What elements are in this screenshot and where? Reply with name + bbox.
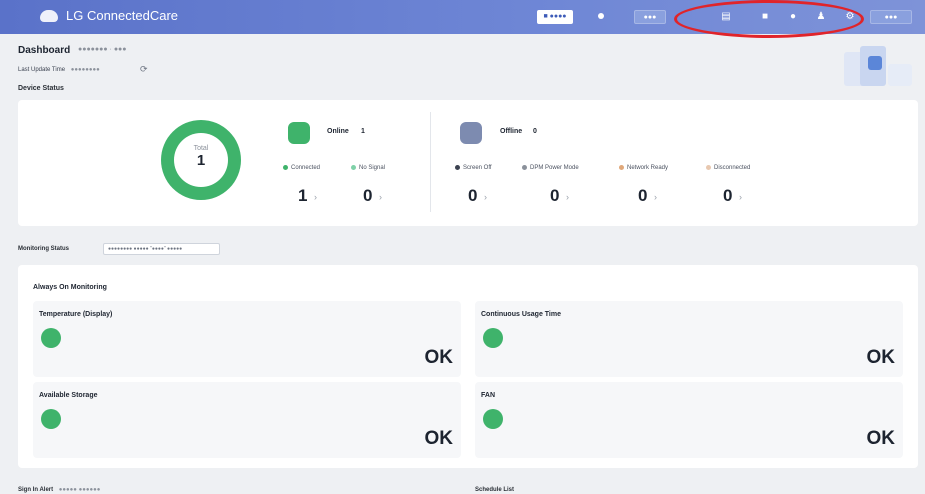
connected-value[interactable]: 1 [298,186,307,206]
chevron-right-icon[interactable]: › [379,192,382,202]
network-ready-value[interactable]: 0 [638,186,647,206]
no-signal-dot-icon [351,165,356,170]
header-button[interactable]: ●●● [634,10,666,24]
monitoring-filter-badge[interactable]: ●●●●●●●● ●●●●● "●●●●" ●●●●● [103,243,220,255]
screen-off-dot-icon [455,165,460,170]
page-title: Dashboard [18,45,71,56]
device-status-label: Device Status [18,85,64,92]
legend-dpm-power-mode: DPM Power Mode [522,165,579,171]
tile-status: OK [424,428,454,449]
device-status-card: Total 1 Online 1 Connected No Signal 1 ›… [18,100,918,226]
total-value: 1 [196,152,206,169]
offline-count: 0 [533,128,537,135]
monitoring-status-label: Monitoring Status [18,246,69,252]
legend-disconnected: Disconnected [706,165,750,171]
disconnected-value[interactable]: 0 [723,186,732,206]
legend-screen-off: Screen Off [455,165,492,171]
brand[interactable]: LG ConnectedCare [40,8,178,23]
sign-in-alert-section: Sign In Alert ●●●●● ●●●●●● [18,487,100,493]
tile-status: OK [866,428,896,449]
total-label: Total [193,145,209,152]
tile-name: FAN [481,392,495,399]
online-count: 1 [361,128,365,135]
always-on-monitoring-title: Always On Monitoring [33,284,107,291]
tile-name: Continuous Usage Time [481,311,561,318]
tile-continuous-usage-time[interactable]: Continuous Usage Time OK [475,301,903,377]
schedule-list-title: Schedule List [475,487,515,493]
chevron-right-icon[interactable]: › [484,192,487,202]
tile-name: Available Storage [39,392,98,399]
online-label: Online [327,128,349,135]
disconnected-dot-icon [706,165,711,170]
last-update: Last Update Time ●●●●●●●● [18,67,100,73]
breadcrumb: ●●●●●●● · ●●● [78,46,127,53]
legend-network-ready: Network Ready [619,165,668,171]
offline-label: Offline [500,128,523,135]
highlight-annotation [674,0,864,38]
chevron-right-icon[interactable]: › [654,192,657,202]
monitoring-card: Always On Monitoring Temperature (Displa… [18,265,918,468]
status-pill[interactable]: ■ ●●●● [537,10,573,24]
status-ok-icon [41,409,61,429]
connected-dot-icon [283,165,288,170]
status-ok-icon [483,328,503,348]
header-illustration [838,38,918,100]
brand-name: LG ConnectedCare [66,8,179,23]
last-update-value: ●●●●●●●● [70,67,100,73]
chevron-right-icon[interactable]: › [566,192,569,202]
dpm-dot-icon [522,165,527,170]
sign-in-alert-title: Sign In Alert [18,487,54,493]
last-update-label: Last Update Time [18,67,66,73]
divider [430,112,431,212]
tile-available-storage[interactable]: Available Storage OK [33,382,461,458]
screen-off-value[interactable]: 0 [468,186,477,206]
sign-in-alert-sub: ●●●●● ●●●●●● [58,487,101,493]
chevron-right-icon[interactable]: › [739,192,742,202]
indicator-dot-icon [598,13,604,19]
tile-temperature[interactable]: Temperature (Display) OK [33,301,461,377]
tile-name: Temperature (Display) [39,311,113,318]
legend-connected: Connected [283,165,320,171]
account-button[interactable]: ●●● [870,10,912,24]
tile-status: OK [424,347,454,368]
tile-status: OK [866,347,896,368]
cloud-logo-icon [40,9,58,22]
chevron-right-icon[interactable]: › [314,192,317,202]
total-donut-chart: Total 1 [161,120,241,200]
no-signal-value[interactable]: 0 [363,186,372,206]
online-icon [288,122,310,144]
tile-fan[interactable]: FAN OK [475,382,903,458]
network-ready-dot-icon [619,165,624,170]
legend-no-signal: No Signal [351,165,385,171]
offline-icon [460,122,482,144]
dpm-power-mode-value[interactable]: 0 [550,186,559,206]
status-ok-icon [483,409,503,429]
status-ok-icon [41,328,61,348]
refresh-icon[interactable]: ⟳ [140,64,148,75]
